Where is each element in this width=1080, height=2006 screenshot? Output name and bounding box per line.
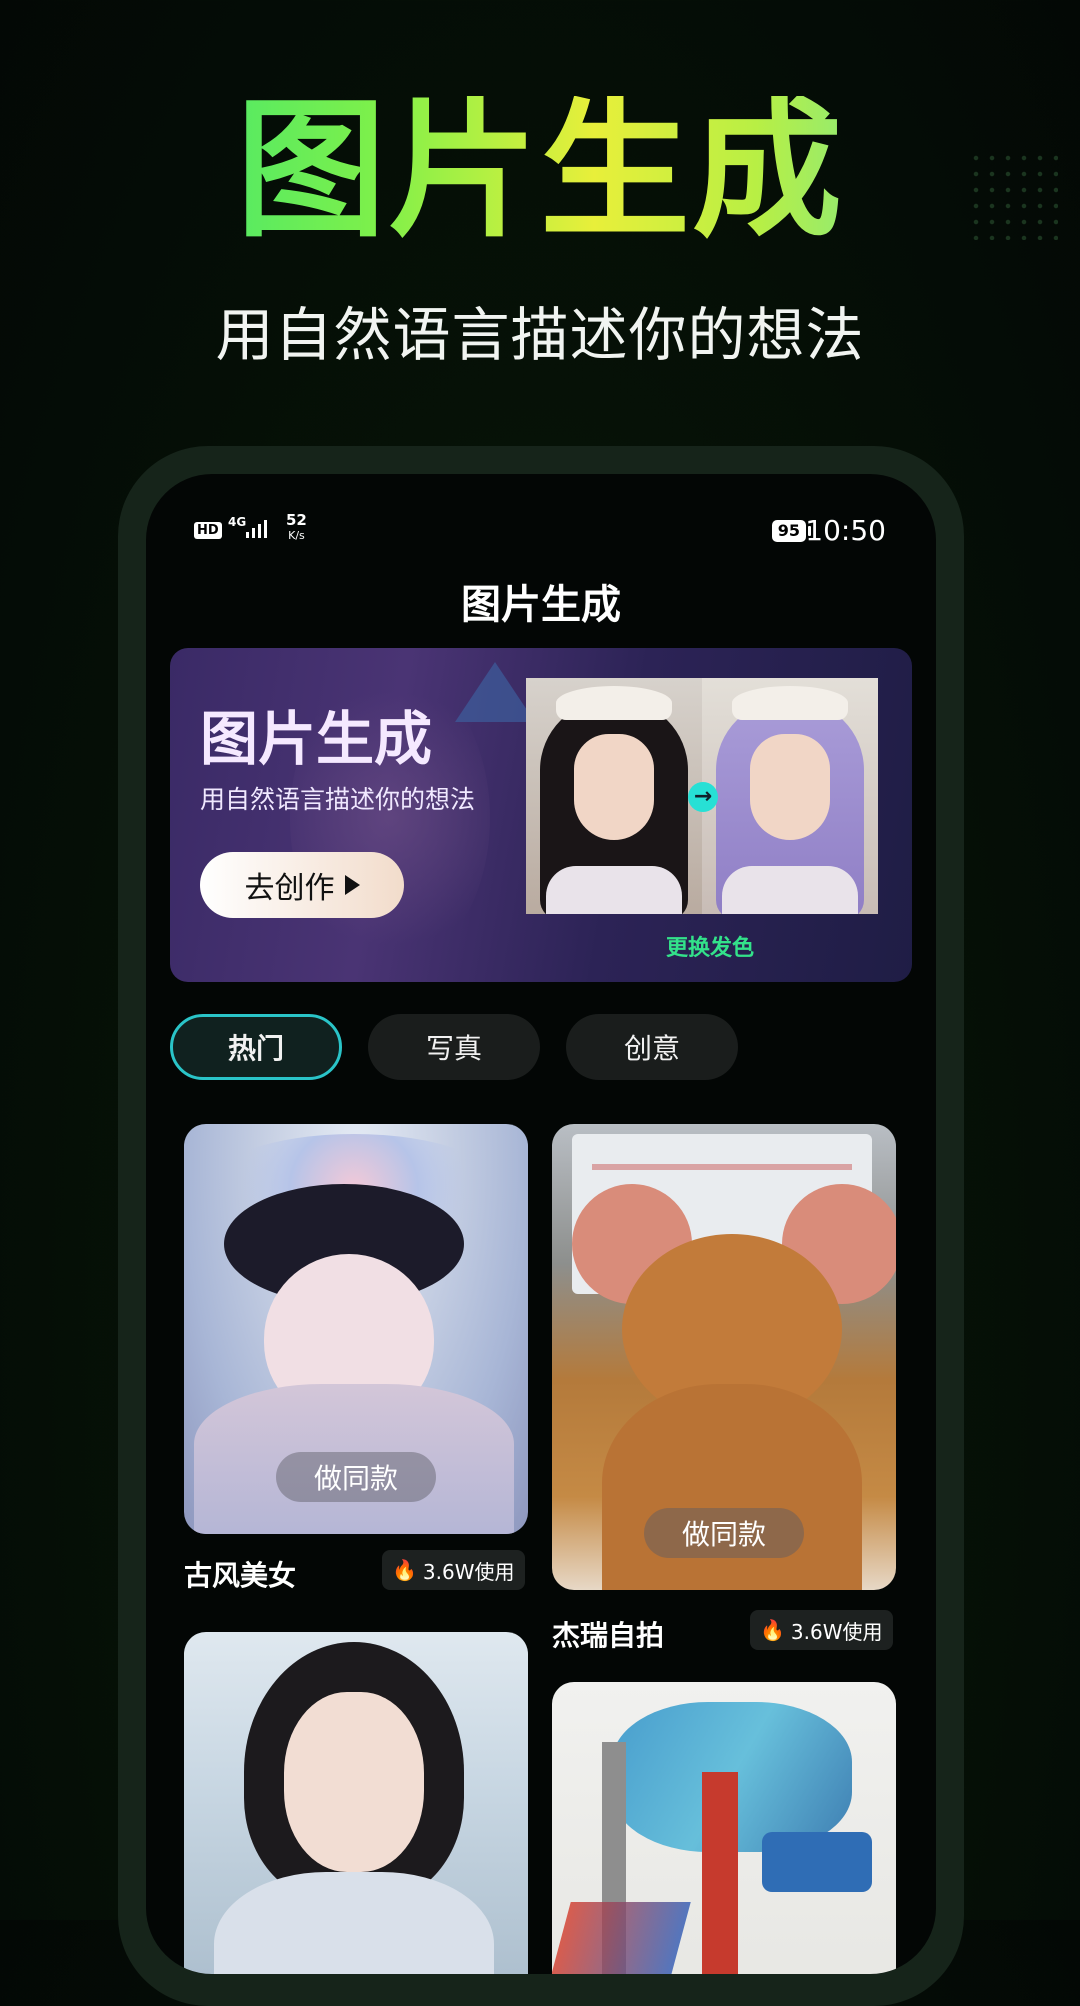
banner-subtitle: 用自然语言描述你的想法 [200, 785, 476, 814]
speed-unit: K/s [288, 529, 305, 542]
before-photo [526, 678, 702, 914]
decorative-dot-grid [968, 150, 1058, 240]
create-button[interactable]: 去创作 [200, 852, 404, 918]
tab-portrait[interactable]: 写真 [368, 1014, 540, 1080]
banner-title: 图片生成 [200, 705, 433, 773]
make-same-button[interactable]: 做同款 [644, 1508, 804, 1558]
usage-badge: 🔥 3.6W使用 [750, 1610, 893, 1650]
category-tabs: 热门 写真 创意 [170, 1014, 738, 1080]
status-bar: HD 4G 52 K/s 95 10:50 [146, 494, 936, 547]
template-title: 杰瑞自拍 [552, 1619, 665, 1652]
tab-creative[interactable]: 创意 [566, 1014, 738, 1080]
hero-subtitle: 用自然语言描述你的想法 [215, 301, 865, 369]
fire-icon: 🔥 [760, 1618, 785, 1642]
page-title: 图片生成 [461, 582, 621, 628]
hero-title: 图片生成 [0, 96, 1080, 246]
usage-badge: 🔥 3.6W使用 [382, 1550, 525, 1590]
banner-background-shape [455, 662, 535, 722]
fire-icon: 🔥 [392, 1558, 417, 1582]
create-button-label: 去创作 [244, 871, 335, 906]
template-card-city[interactable] [552, 1682, 896, 1974]
play-icon [344, 875, 360, 895]
speed-value: 52 [286, 511, 307, 529]
make-same-button[interactable]: 做同款 [276, 1452, 436, 1502]
usage-count: 3.6W使用 [422, 1559, 515, 1584]
arrow-right-icon: → [688, 782, 718, 812]
after-photo [702, 678, 878, 914]
promo-banner[interactable]: 图片生成 用自然语言描述你的想法 去创作 → 更换发色 [170, 648, 912, 982]
tab-hot[interactable]: 热门 [170, 1014, 342, 1080]
template-card-portrait[interactable] [184, 1632, 528, 1974]
usage-count: 3.6W使用 [790, 1619, 883, 1644]
network-label: 4G [228, 515, 247, 529]
banner-caption: 更换发色 [666, 936, 755, 961]
template-title: 古风美女 [184, 1559, 297, 1592]
template-card-jerry[interactable]: 做同款 [552, 1124, 896, 1590]
battery-icon: 95 [771, 520, 812, 542]
template-card-ancient[interactable]: 做同款 [184, 1124, 528, 1534]
phone-screen: HD 4G 52 K/s 95 10:50 图片生成 图片生成 用自然语言描述你的… [146, 474, 936, 1974]
signal-icon [246, 518, 267, 538]
network-speed: 52 K/s [286, 512, 307, 544]
hd-badge: HD [194, 522, 222, 539]
status-time: 10:50 [805, 514, 886, 547]
